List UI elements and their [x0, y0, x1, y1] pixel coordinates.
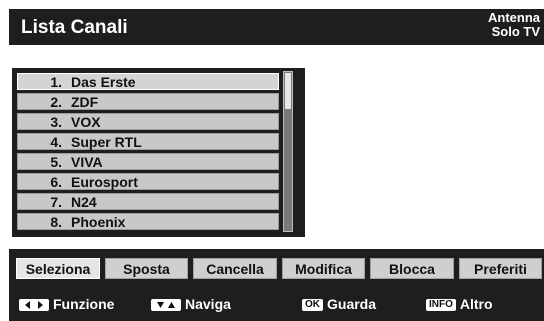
channel-row[interactable]: 1. Das Erste [17, 73, 279, 90]
source-antenna: Antenna [488, 10, 540, 25]
source-indicator: Antenna Solo TV [488, 11, 540, 39]
channel-number: 6. [50, 174, 62, 190]
channel-name: VIVA [71, 154, 103, 170]
channel-list-scrollbar[interactable] [283, 71, 293, 232]
hint-guarda: OK Guarda [302, 295, 376, 313]
hint-naviga-label: Naviga [185, 296, 231, 312]
channel-name: Das Erste [71, 74, 136, 90]
channel-name: ZDF [71, 94, 99, 110]
channel-number: 5. [50, 154, 62, 170]
channel-number: 8. [50, 214, 62, 230]
channel-number: 1. [50, 74, 62, 90]
channel-row[interactable]: 3. VOX [17, 113, 279, 130]
channel-row[interactable]: 7. N24 [17, 193, 279, 210]
cancella-button[interactable]: Cancella [193, 258, 277, 279]
hint-funzione-label: Funzione [53, 296, 115, 312]
sposta-button[interactable]: Sposta [105, 258, 188, 279]
blocca-button[interactable]: Blocca [370, 258, 454, 279]
channel-number: 2. [50, 94, 62, 110]
channel-list-screen: Lista Canali Antenna Solo TV 1. Das Erst… [9, 9, 544, 321]
left-right-keys-icon [19, 299, 49, 312]
page-title: Lista Canali [21, 17, 128, 38]
channel-name: Super RTL [71, 134, 142, 150]
channel-number: 4. [50, 134, 62, 150]
seleziona-button[interactable]: Seleziona [16, 258, 100, 279]
channel-list-panel: 1. Das Erste 2. ZDF 3. VOX 4. Super RTL … [12, 68, 305, 237]
action-bar: Seleziona Sposta Cancella Modifica Blocc… [9, 249, 544, 286]
modifica-button[interactable]: Modifica [282, 258, 365, 279]
channel-row[interactable]: 8. Phoenix [17, 213, 279, 230]
ok-key-icon: OK [302, 299, 323, 312]
channel-row[interactable]: 6. Eurosport [17, 173, 279, 190]
up-down-keys-icon [151, 299, 181, 312]
channel-row[interactable]: 2. ZDF [17, 93, 279, 110]
hint-guarda-label: Guarda [327, 296, 377, 312]
channel-row[interactable]: 4. Super RTL [17, 133, 279, 150]
scrollbar-thumb[interactable] [285, 73, 291, 109]
hint-altro: INFO Altro [426, 295, 493, 313]
header-bar: Lista Canali Antenna Solo TV [9, 9, 544, 45]
hint-funzione: Funzione [19, 295, 114, 313]
source-mode: Solo TV [491, 24, 540, 39]
key-hints-bar: Funzione Naviga OK Guarda INFO Altro [9, 286, 544, 321]
channel-number: 7. [50, 194, 62, 210]
channel-name: N24 [71, 194, 97, 210]
channel-name: VOX [71, 114, 101, 130]
channel-name: Phoenix [71, 214, 126, 230]
channel-row[interactable]: 5. VIVA [17, 153, 279, 170]
hint-altro-label: Altro [459, 296, 493, 312]
channel-name: Eurosport [71, 174, 138, 190]
preferiti-button[interactable]: Preferiti [459, 258, 542, 279]
channel-number: 3. [50, 114, 62, 130]
hint-naviga: Naviga [151, 295, 231, 313]
info-key-icon: INFO [426, 299, 456, 312]
